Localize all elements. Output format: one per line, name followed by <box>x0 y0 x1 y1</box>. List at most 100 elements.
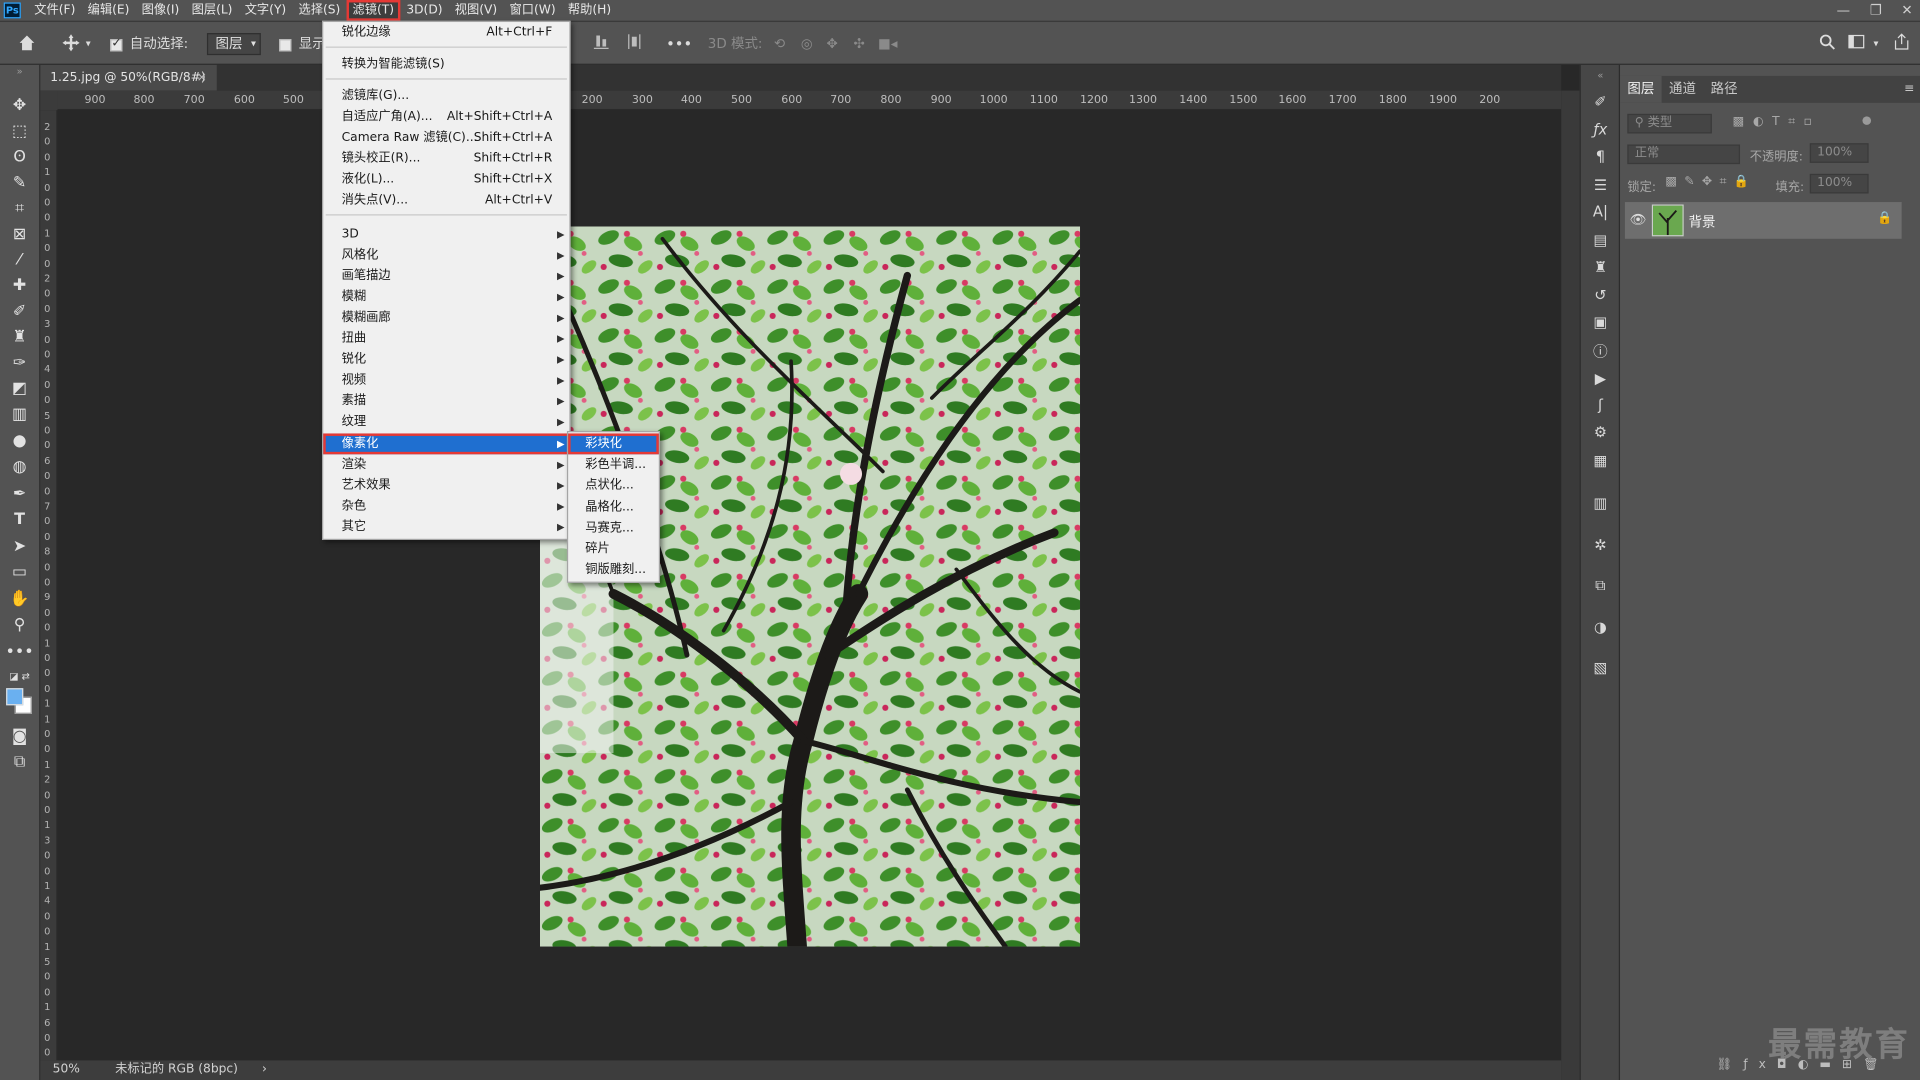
align-bottom-icon[interactable] <box>593 33 610 55</box>
filter-menu-item[interactable]: 镜头校正(R)... Shift+Ctrl+R <box>323 148 569 169</box>
zoom-tool-icon[interactable]: ⚲ <box>9 613 31 635</box>
gradient-tool-icon[interactable]: ▥ <box>9 403 31 425</box>
dodge-tool-icon[interactable]: ◍ <box>9 456 31 478</box>
frame-tool-icon[interactable]: ⊠ <box>9 223 31 245</box>
notes-icon[interactable]: ▥ <box>1591 493 1611 513</box>
layer-name[interactable]: 背景 <box>1689 212 1716 232</box>
menu-help[interactable]: 帮助(H) <box>562 0 618 21</box>
tab-layers[interactable]: 图层 <box>1620 75 1662 103</box>
marquee-tool-icon[interactable]: ⬚ <box>9 120 31 142</box>
status-menu-arrow-icon[interactable]: › <box>262 1060 267 1080</box>
type-tool-icon[interactable]: T <box>9 508 31 530</box>
rectangle-tool-icon[interactable]: ▭ <box>9 561 31 583</box>
filter-menu-item[interactable]: 其它 ▶ <box>323 517 569 538</box>
layer-filter-dropdown[interactable]: ⚲ 类型 <box>1627 113 1712 134</box>
filter-toggle-icon[interactable] <box>1862 116 1872 125</box>
filter-menu-item[interactable]: 艺术效果 ▶ <box>323 475 569 496</box>
blur-tool-icon[interactable]: ● <box>9 430 31 452</box>
share-icon[interactable] <box>1893 33 1910 55</box>
3d-slide-icon[interactable]: ✣ <box>853 33 864 55</box>
vertical-ruler[interactable]: 2 0 0 1 0 0 0 1 0 0 2 0 0 3 0 0 4 0 0 5 0 0 6 0 0 7 0 0 8 0 0 9 0 0 1 0 0 0 1 1… <box>40 110 58 1061</box>
menu-edit[interactable]: 编辑(E) <box>82 0 136 21</box>
character-icon[interactable]: A| <box>1591 202 1611 222</box>
close-icon[interactable]: ✕ <box>1901 2 1912 18</box>
3d-roll-icon[interactable]: ◎ <box>801 33 813 55</box>
move-tool-icon[interactable] <box>61 33 81 55</box>
menu-select[interactable]: 选择(S) <box>292 0 346 21</box>
filter-menu-item[interactable]: 液化(L)... Shift+Ctrl+X <box>323 169 569 190</box>
collapse-toolbar-icon[interactable]: » <box>9 65 31 77</box>
close-tab-icon[interactable]: × <box>197 65 207 91</box>
adjustments-icon[interactable]: ☰ <box>1591 175 1611 195</box>
clone-source-icon[interactable]: ♜ <box>1591 257 1611 277</box>
menu-filter[interactable]: 滤镜(T) <box>346 0 401 21</box>
menu-image[interactable]: 图像(I) <box>136 0 186 21</box>
move-tool-icon[interactable]: ✥ <box>9 94 31 116</box>
pen-tool-icon[interactable]: ✒ <box>9 482 31 504</box>
default-colors-icon[interactable]: ◪ ⇄ <box>9 665 31 687</box>
menu-type[interactable]: 文字(Y) <box>239 0 293 21</box>
filter-menu-item[interactable]: 锐化 ▶ <box>323 349 569 370</box>
filter-menu-item[interactable]: 自适应广角(A)... Alt+Shift+Ctrl+A <box>323 107 569 128</box>
menu-layer[interactable]: 图层(L) <box>185 0 238 21</box>
history-icon[interactable]: ↺ <box>1591 285 1611 305</box>
auto-select-target-dropdown[interactable]: 图层 ▾ <box>206 33 261 56</box>
lock-options-icons[interactable]: ▩✎✥⌗🔒 <box>1665 175 1756 188</box>
info-icon[interactable]: ⓘ <box>1591 340 1611 360</box>
pixelate-submenu-item[interactable]: 碎片 <box>568 539 659 560</box>
filter-menu-item[interactable]: 风格化 ▶ <box>323 245 569 266</box>
horizontal-ruler[interactable]: 0090080070060050010020030040050060070080… <box>57 90 1562 111</box>
document-tab[interactable]: 1.25.jpg @ 50%(RGB/8#) × <box>40 64 217 91</box>
3d-rotate-icon[interactable]: ⟲ <box>774 33 785 55</box>
zoom-level[interactable]: 50% <box>53 1060 80 1080</box>
vertical-scrollbar[interactable] <box>1561 90 1580 1080</box>
swatches-icon[interactable]: ▧ <box>1591 658 1611 678</box>
home-icon[interactable] <box>17 33 37 55</box>
actions-play-icon[interactable]: ▶ <box>1591 369 1611 389</box>
brush-tool-icon[interactable]: ✐ <box>9 300 31 322</box>
workspace-chevron-icon[interactable]: ▾ <box>1873 33 1878 55</box>
menu-window[interactable]: 窗口(W) <box>503 0 561 21</box>
filter-menu-item[interactable]: 像素化 ▶ <box>323 433 570 455</box>
3d-panel-icon[interactable]: ⚙ <box>1591 422 1611 442</box>
distribute-icon[interactable] <box>626 33 643 55</box>
measurement-icon[interactable]: ▦ <box>1591 451 1611 471</box>
menu-3d[interactable]: 3D(D) <box>400 0 448 21</box>
brush-settings-icon[interactable]: ✐ <box>1591 92 1611 112</box>
show-transform-checkbox[interactable] <box>279 39 292 52</box>
healing-brush-tool-icon[interactable]: ✚ <box>9 274 31 296</box>
3d-scale-icon[interactable]: ■◂ <box>878 33 897 55</box>
filter-menu-item[interactable]: 3D ▶ <box>323 224 569 245</box>
eraser-tool-icon[interactable]: ◩ <box>9 377 31 399</box>
foreground-color-swatch[interactable] <box>6 688 24 706</box>
filter-menu-item[interactable]: 画笔描边 ▶ <box>323 266 569 287</box>
layer-filter-icons[interactable]: ▩◐T⌗▫ <box>1733 115 1821 128</box>
hand-tool-icon[interactable]: ✋ <box>9 588 31 610</box>
filter-menu-item[interactable]: 纹理 ▶ <box>323 411 569 432</box>
menu-view[interactable]: 视图(V) <box>449 0 504 21</box>
pixelate-submenu-item[interactable]: 彩块化 <box>568 433 659 455</box>
pixelate-submenu-item[interactable]: 铜版雕刻... <box>568 560 659 581</box>
workspace-icon[interactable] <box>1848 33 1868 55</box>
collapse-panels-icon[interactable]: « <box>1591 65 1611 85</box>
pixelate-submenu-item[interactable]: 彩色半调... <box>568 455 659 476</box>
quick-mask-icon[interactable]: ◙ <box>9 725 31 747</box>
paragraph-icon[interactable]: ¶ <box>1591 147 1611 167</box>
filter-menu-item[interactable]: 素描 ▶ <box>323 391 569 412</box>
styles-icon[interactable]: ƒx <box>1591 120 1611 140</box>
crop-tool-icon[interactable]: ⌗ <box>9 197 31 219</box>
panel-menu-icon[interactable]: ≡ <box>1897 76 1920 103</box>
ruler-origin[interactable] <box>40 90 58 111</box>
tab-paths[interactable]: 路径 <box>1703 76 1745 103</box>
menu-file[interactable]: 文件(F) <box>28 0 81 21</box>
glyphs-icon[interactable]: ✲ <box>1591 535 1611 555</box>
color-icon[interactable]: ◑ <box>1591 617 1611 637</box>
pixelate-submenu-item[interactable]: 马赛克... <box>568 518 659 539</box>
filter-menu-item[interactable]: 视频 ▶ <box>323 370 569 391</box>
fill-field[interactable]: 100% <box>1809 173 1869 194</box>
filter-menu-item[interactable]: 杂色 ▶ <box>323 496 569 517</box>
minimize-icon[interactable]: — <box>1837 2 1850 18</box>
filter-menu-item[interactable]: 模糊画廊 ▶ <box>323 307 569 328</box>
filter-menu-item[interactable]: 扭曲 ▶ <box>323 328 569 349</box>
paths-icon[interactable]: ʃ <box>1591 396 1611 416</box>
